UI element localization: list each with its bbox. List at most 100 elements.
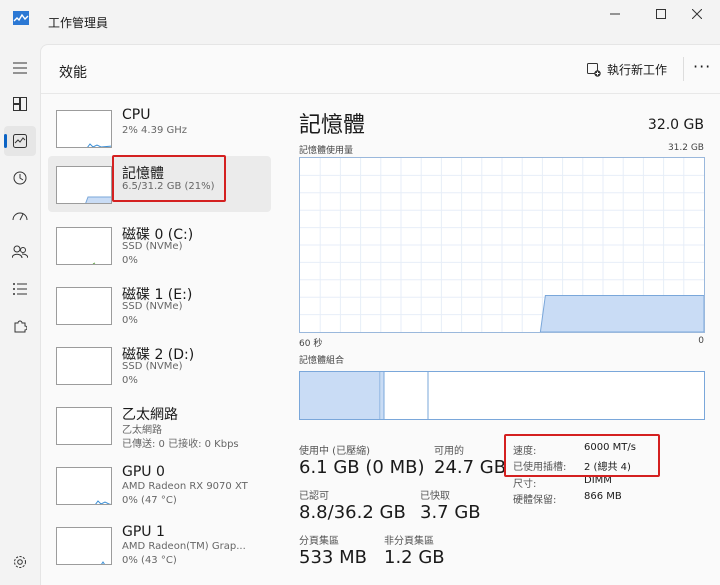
services-puzzle-icon bbox=[14, 320, 27, 333]
device-usage: 0% (43 °C) bbox=[122, 555, 177, 566]
task-manager-logo-icon bbox=[13, 11, 29, 25]
in-use-value: 6.1 GB (0 MB) bbox=[299, 457, 425, 478]
available-label: 可用的 bbox=[434, 446, 464, 457]
device-type: SSD (NVMe) bbox=[122, 301, 183, 312]
graph-axis-left: 60 秒 bbox=[299, 339, 323, 349]
close-button[interactable] bbox=[674, 0, 720, 28]
graph-axis-right: 0 bbox=[698, 336, 704, 346]
device-gpu-1[interactable]: GPU 1 AMD Radeon(TM) Grap... 0% (43 °C) bbox=[48, 517, 271, 573]
cached-label: 已快取 bbox=[420, 491, 450, 502]
history-icon bbox=[13, 171, 27, 185]
memory-mini-graph bbox=[85, 196, 111, 203]
content-panel: 效能 執行新工作 ··· CPU 2% 4.39 GHz 記憶體 6.5/31.… bbox=[40, 44, 720, 585]
run-task-icon bbox=[587, 62, 601, 77]
run-new-task-label: 執行新工作 bbox=[607, 63, 668, 77]
spec-reserved-value: 866 MB bbox=[584, 491, 622, 502]
specs-highlight-box bbox=[504, 434, 660, 477]
disk2-thumbnail bbox=[56, 347, 112, 385]
committed-value: 8.8/36.2 GB bbox=[299, 502, 406, 523]
composition-label: 記憶體組合 bbox=[299, 356, 345, 366]
more-options-button[interactable]: ··· bbox=[693, 57, 711, 76]
cpu-mini-graph bbox=[87, 143, 111, 147]
usage-graph-max: 31.2 GB bbox=[667, 143, 704, 153]
paged-pool-value: 533 MB bbox=[299, 547, 367, 568]
nonpaged-pool-value: 1.2 GB bbox=[384, 547, 445, 568]
device-model: AMD Radeon(TM) Grap... bbox=[122, 541, 246, 552]
task-manager-window: 工作管理員 效能 執行新工作 ··· CPU 2% 4.39 GHz 記憶體 6… bbox=[0, 0, 720, 585]
device-detail: 2% 4.39 GHz bbox=[122, 125, 188, 136]
performance-icon bbox=[13, 134, 27, 148]
device-usage: 0% bbox=[122, 255, 138, 266]
nav-startup-apps[interactable] bbox=[4, 200, 36, 230]
gpu0-mini-graph bbox=[95, 500, 111, 504]
device-type: 乙太網路 bbox=[122, 425, 162, 436]
hamburger-icon bbox=[13, 62, 27, 74]
nav-services[interactable] bbox=[4, 311, 36, 341]
device-disk-1[interactable]: 磁碟 1 (E:) SSD (NVMe) 0% bbox=[48, 277, 271, 333]
minimize-icon bbox=[610, 13, 620, 15]
device-disk-2[interactable]: 磁碟 2 (D:) SSD (NVMe) 0% bbox=[48, 337, 271, 393]
device-type: SSD (NVMe) bbox=[122, 361, 183, 372]
gpu1-thumbnail bbox=[56, 527, 112, 565]
disk0-mini-graph bbox=[92, 262, 96, 264]
memory-thumbnail bbox=[56, 166, 112, 204]
memory-usage-graph bbox=[299, 157, 705, 333]
hamburger-menu-button[interactable] bbox=[4, 53, 36, 83]
ethernet-thumbnail bbox=[56, 407, 112, 445]
device-cpu[interactable]: CPU 2% 4.39 GHz bbox=[48, 100, 271, 156]
detail-total-capacity: 32.0 GB bbox=[647, 117, 704, 133]
gpu1-mini-graph bbox=[101, 561, 105, 564]
memory-usage-area bbox=[539, 294, 704, 332]
header-separator bbox=[683, 57, 684, 81]
committed-label: 已認可 bbox=[299, 491, 329, 502]
title-bar: 工作管理員 bbox=[0, 0, 720, 44]
run-new-task-button[interactable]: 執行新工作 bbox=[587, 61, 667, 78]
cached-value: 3.7 GB bbox=[420, 502, 481, 523]
device-throughput: 已傳送: 0 已接收: 0 Kbps bbox=[122, 439, 239, 450]
spec-reserved-label: 硬體保留: bbox=[513, 495, 557, 506]
nav-details[interactable] bbox=[4, 274, 36, 304]
paged-pool-label: 分頁集區 bbox=[299, 536, 339, 547]
available-value: 24.7 GB bbox=[434, 457, 507, 478]
device-ethernet[interactable]: 乙太網路 乙太網路 已傳送: 0 已接收: 0 Kbps bbox=[48, 397, 271, 453]
nav-app-history[interactable] bbox=[4, 163, 36, 193]
window-title: 工作管理員 bbox=[48, 16, 109, 30]
nav-performance[interactable] bbox=[4, 126, 36, 156]
disk1-thumbnail bbox=[56, 287, 112, 325]
device-model: AMD Radeon RX 9070 XT bbox=[122, 481, 248, 492]
memory-highlight-box bbox=[112, 155, 226, 202]
cpu-thumbnail bbox=[56, 110, 112, 148]
gpu0-thumbnail bbox=[56, 467, 112, 505]
composition-in-use bbox=[300, 372, 380, 419]
close-icon bbox=[692, 9, 702, 19]
memory-usage-chart bbox=[300, 158, 704, 332]
nav-users[interactable] bbox=[4, 237, 36, 267]
minimize-button[interactable] bbox=[592, 0, 638, 28]
memory-composition-bar bbox=[299, 371, 705, 420]
settings-gear-icon bbox=[14, 556, 26, 568]
details-list-icon bbox=[13, 283, 27, 295]
header-divider bbox=[41, 93, 720, 94]
device-name: CPU bbox=[122, 107, 151, 123]
in-use-label: 使用中 (已壓縮) bbox=[299, 446, 370, 457]
nav-processes[interactable] bbox=[4, 89, 36, 119]
detail-title: 記憶體 bbox=[299, 113, 366, 138]
nav-settings[interactable] bbox=[4, 547, 36, 577]
page-title: 效能 bbox=[59, 65, 87, 81]
device-name: GPU 1 bbox=[122, 524, 165, 540]
processes-icon bbox=[13, 97, 27, 111]
spec-form-factor-label: 尺寸: bbox=[513, 479, 537, 490]
maximize-icon bbox=[656, 9, 666, 19]
disk0-thumbnail bbox=[56, 227, 112, 265]
users-icon bbox=[12, 245, 28, 259]
device-name: GPU 0 bbox=[122, 464, 165, 480]
nonpaged-pool-label: 非分頁集區 bbox=[384, 536, 434, 547]
device-usage: 0% bbox=[122, 315, 138, 326]
device-type: SSD (NVMe) bbox=[122, 241, 183, 252]
device-usage: 0% bbox=[122, 375, 138, 386]
device-gpu-0[interactable]: GPU 0 AMD Radeon RX 9070 XT 0% (47 °C) bbox=[48, 457, 271, 513]
usage-graph-label: 記憶體使用量 bbox=[299, 146, 354, 156]
device-disk-0[interactable]: 磁碟 0 (C:) SSD (NVMe) 0% bbox=[48, 217, 271, 273]
device-usage: 0% (47 °C) bbox=[122, 495, 177, 506]
composition-chart bbox=[300, 372, 429, 419]
